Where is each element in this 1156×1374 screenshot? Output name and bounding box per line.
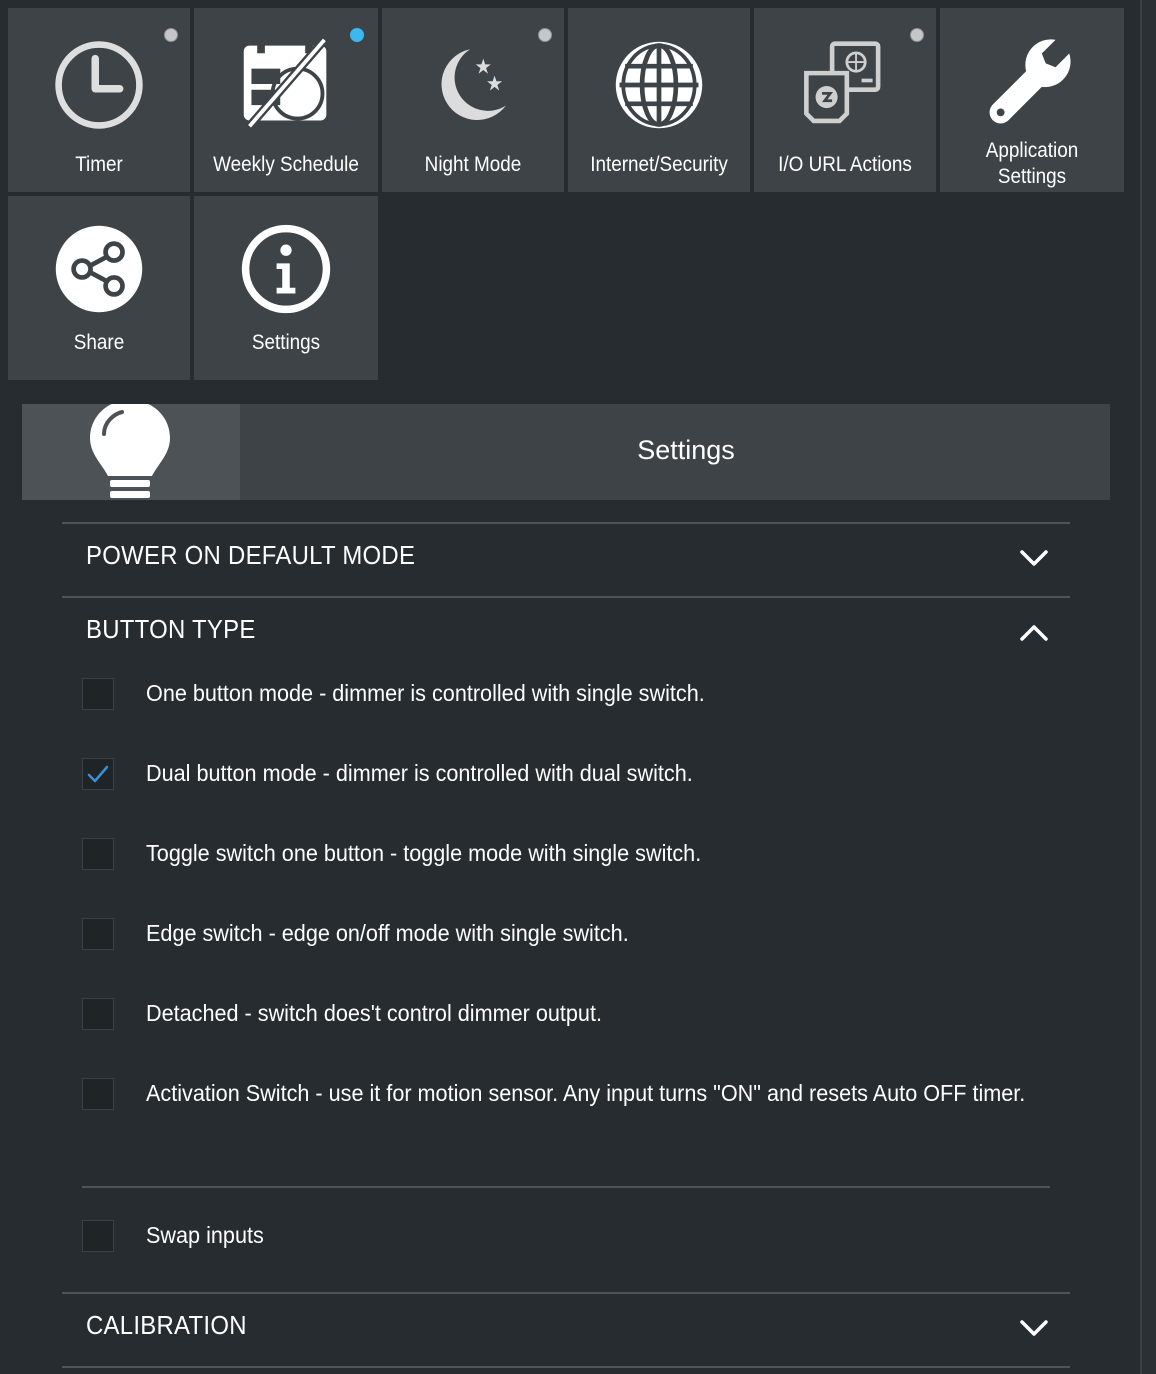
checkbox[interactable] [82,678,114,710]
option-label: One button mode - dimmer is controlled w… [146,680,705,706]
option-label: Dual button mode - dimmer is controlled … [146,760,693,786]
globe-icon [615,41,703,129]
option-activation-switch[interactable]: Activation Switch - use it for motion se… [82,1078,1052,1142]
tile-label: I/O URL Actions [778,153,912,176]
tile-settings[interactable]: Settings [194,196,378,380]
tile-label: Share [73,331,125,354]
checkbox[interactable] [82,998,114,1030]
info-icon [241,224,331,314]
chevron-down-icon[interactable] [1014,1308,1054,1348]
page-title: Settings [637,435,735,465]
option-label: Detached - switch does't control dimmer … [146,1000,602,1026]
checkbox-checked[interactable] [82,758,114,790]
tile-internet-security[interactable]: Internet/Security [568,8,750,192]
checkmark-icon [87,765,109,783]
option-label: Edge switch - edge on/off mode with sing… [146,920,629,946]
tile-weekly-schedule[interactable]: Weekly Schedule [194,8,378,192]
lightbulb-panel [22,404,240,500]
moon-stars-icon [441,49,506,121]
option-toggle-switch[interactable]: Toggle switch one button - toggle mode w… [82,838,1052,874]
divider [62,1366,1070,1368]
tile-label: Weekly Schedule [213,153,359,176]
option-dual-button-mode[interactable]: Dual button mode - dimmer is controlled … [82,758,1052,794]
status-indicator [164,28,178,42]
checkbox[interactable] [82,838,114,870]
tile-label: Internet/Security [590,153,728,176]
tile-label: Settings [251,331,321,354]
option-detached[interactable]: Detached - switch does't control dimmer … [82,998,1052,1034]
option-label: Activation Switch - use it for motion se… [146,1080,1026,1106]
divider [62,522,1070,524]
tile-label: Night Mode [424,153,522,176]
checkbox[interactable] [82,918,114,950]
scrollbar[interactable] [1140,0,1156,1374]
section-title-calibration[interactable]: CALIBRATION [86,1310,247,1341]
tile-application-settings[interactable]: Application Settings [940,8,1124,192]
divider [62,1292,1070,1294]
tile-share[interactable]: Share [8,196,190,380]
tile-label-line2: Settings [997,165,1067,188]
lightbulb-icon [90,404,170,498]
weekly-schedule-icon [243,37,328,130]
tile-timer[interactable]: Timer [8,8,190,192]
chevron-up-icon[interactable] [1014,613,1054,653]
settings-header: Settings [22,404,1110,500]
tile-io-url-actions[interactable]: I/O URL Actions [754,8,936,192]
share-icon [55,225,143,313]
status-indicator-active [350,28,364,42]
tile-label-line1: Application [985,139,1079,162]
section-title-power-on-default-mode[interactable]: POWER ON DEFAULT MODE [86,540,415,571]
tile-night-mode[interactable]: Night Mode [382,8,564,192]
option-label: Toggle switch one button - toggle mode w… [146,840,702,866]
chevron-down-icon[interactable] [1014,538,1054,578]
clock-icon [55,41,143,129]
status-indicator [538,28,552,42]
checkbox[interactable] [82,1078,114,1110]
divider [62,596,1070,598]
option-swap-inputs[interactable]: Swap inputs [82,1220,1052,1256]
checkbox[interactable] [82,1220,114,1252]
url-actions-icon [804,41,881,124]
option-label: Swap inputs [146,1222,264,1248]
status-indicator [910,28,924,42]
section-title-button-type[interactable]: BUTTON TYPE [86,614,256,645]
tile-label: Timer [75,153,123,176]
wrench-icon [989,39,1071,124]
option-edge-switch[interactable]: Edge switch - edge on/off mode with sing… [82,918,1052,954]
divider [82,1186,1050,1188]
option-one-button-mode[interactable]: One button mode - dimmer is controlled w… [82,678,1052,714]
